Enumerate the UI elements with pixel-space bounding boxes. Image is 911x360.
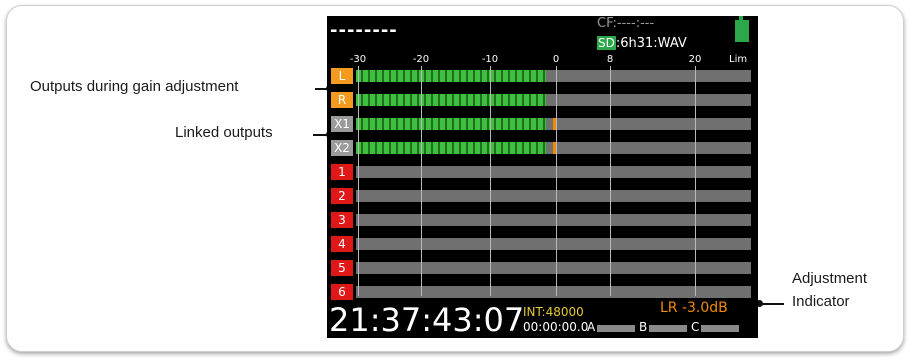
slot-label-b: B: [639, 320, 648, 334]
slot-bar-b: [649, 325, 687, 332]
meter-track: [356, 286, 751, 298]
meter-track: [356, 166, 751, 178]
media-status-row: SD:6h31:WAV: [597, 32, 687, 51]
callout-adjustment-line1: Adjustment: [792, 270, 868, 287]
adjustment-indicator: LR -3.0dB: [660, 300, 728, 316]
callout-gain-outputs: Outputs during gain adjustment: [30, 78, 239, 95]
sd-badge: SD: [597, 36, 616, 50]
callout-linked-outputs: Linked outputs: [175, 124, 273, 141]
slot-label-a: A: [587, 320, 596, 334]
meter-track: [356, 262, 751, 274]
meter-level: [356, 142, 546, 154]
slot-bar-a: [597, 325, 635, 332]
channel-tag-x1[interactable]: X1: [331, 116, 353, 132]
slot-bar-c: [701, 325, 739, 332]
media-status: :6h31:WAV: [615, 36, 687, 51]
scale-gridline: [610, 66, 611, 296]
scale-gridline: [358, 66, 359, 296]
scale-lim: Lim: [729, 54, 748, 65]
battery-icon: [735, 20, 749, 42]
scale-label: 8: [606, 54, 614, 65]
scale-gridline: [490, 66, 491, 296]
meter-track: [356, 214, 751, 226]
timecode: 21:37:43:07: [329, 301, 525, 338]
leader-adjustment: [760, 303, 784, 305]
meter-level: [356, 94, 546, 106]
channel-tag-5[interactable]: 5: [331, 260, 353, 276]
channel-tag-1[interactable]: 1: [331, 164, 353, 180]
cf-status: CF:----:---: [597, 16, 655, 31]
slot-label-c: C: [691, 320, 700, 334]
channel-tag-6[interactable]: 6: [331, 284, 353, 300]
meter-track: [356, 190, 751, 202]
callout-adjustment-line2: Indicator: [792, 293, 850, 310]
channel-tag-4[interactable]: 4: [331, 236, 353, 252]
scale-label: 0: [552, 54, 560, 65]
scale-label: -10: [481, 54, 499, 65]
scale-label: -20: [412, 54, 430, 65]
meter-track: [356, 238, 751, 250]
scale-gridline: [421, 66, 422, 296]
scale-gridline: [695, 66, 696, 296]
meter-level: [356, 118, 546, 130]
take-name: --------: [330, 20, 398, 41]
scale-label: 20: [688, 54, 702, 65]
sample-rate: INT:48000: [523, 305, 584, 319]
scale-label: -30: [349, 54, 367, 65]
channel-tag-l[interactable]: L: [331, 68, 353, 84]
elapsed-counter: 00:00:00.0: [523, 320, 589, 334]
channel-tag-2[interactable]: 2: [331, 188, 353, 204]
channel-tag-x2[interactable]: X2: [331, 140, 353, 156]
scale-gridline: [556, 66, 557, 296]
device-screen: -------- CF:----:--- SD:6h31:WAV -30 -20 -…: [327, 16, 758, 338]
meter-level: [356, 70, 546, 82]
channel-tag-r[interactable]: R: [331, 92, 353, 108]
channel-tag-3[interactable]: 3: [331, 212, 353, 228]
